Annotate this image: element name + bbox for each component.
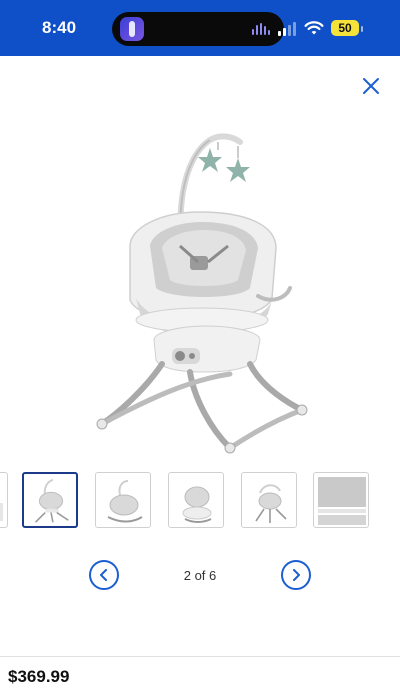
previous-image-button[interactable] — [89, 560, 119, 590]
audio-wave-icon — [252, 23, 272, 35]
thumbnail-1[interactable] — [0, 472, 8, 528]
product-main-image — [96, 133, 308, 454]
status-bar: 8:40 50 — [0, 0, 400, 56]
product-price: $369.99 — [8, 667, 70, 686]
cellular-signal-icon — [278, 22, 298, 36]
thumbnail-3[interactable] — [95, 472, 151, 528]
image-page-indicator: 2 of 6 — [183, 568, 217, 583]
dynamic-island-app-icon — [120, 17, 144, 41]
dynamic-island — [112, 12, 284, 46]
thumbnail-2[interactable] — [22, 472, 78, 528]
chevron-right-icon — [293, 569, 300, 581]
thumbnail-4[interactable] — [168, 472, 224, 528]
close-icon[interactable] — [360, 75, 382, 97]
thumbnail-6[interactable] — [313, 472, 369, 528]
next-image-button[interactable] — [281, 560, 311, 590]
battery-tip — [361, 26, 363, 32]
battery-icon: 50 — [331, 20, 359, 36]
wifi-icon — [304, 21, 324, 35]
thumbnail-5[interactable] — [241, 472, 297, 528]
chevron-left-icon — [100, 569, 107, 581]
thumbnail-strip — [0, 472, 400, 532]
divider — [0, 656, 400, 657]
status-time: 8:40 — [42, 18, 77, 37]
